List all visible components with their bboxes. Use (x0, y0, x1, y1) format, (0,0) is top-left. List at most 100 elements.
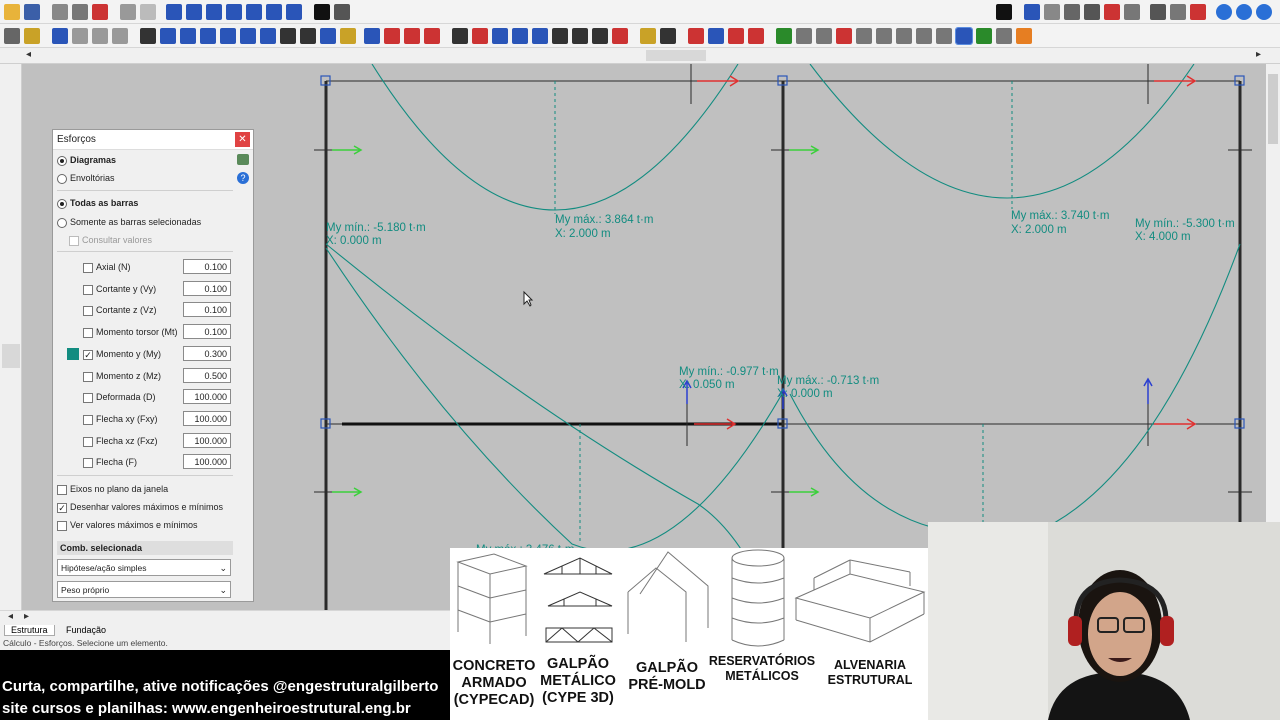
joint-icon[interactable] (876, 28, 892, 44)
bar-new-icon[interactable] (160, 28, 176, 44)
girder-icon[interactable] (936, 28, 952, 44)
constraint-icon[interactable] (492, 28, 508, 44)
check-icon[interactable] (660, 28, 676, 44)
option-row[interactable]: Momento torsor (Mt) (83, 324, 178, 340)
text-icon[interactable] (314, 4, 330, 20)
weld-icon[interactable] (836, 28, 852, 44)
info-icon[interactable] (1236, 4, 1252, 20)
profile-icon[interactable] (572, 28, 588, 44)
node-edit-icon[interactable] (72, 28, 88, 44)
scroll-right-icon[interactable]: ▸ (1256, 49, 1261, 60)
zoom-all-icon[interactable] (186, 4, 202, 20)
option-row[interactable]: Axial (N) (83, 259, 131, 275)
stress-icon[interactable] (748, 28, 764, 44)
envelope-icon[interactable] (728, 28, 744, 44)
load-bar-icon[interactable] (384, 28, 400, 44)
move-icon[interactable] (140, 28, 156, 44)
bar-delete-icon[interactable] (260, 28, 276, 44)
support-icon[interactable] (532, 28, 548, 44)
redo-icon[interactable] (140, 4, 156, 20)
help-icon[interactable]: ? (237, 172, 249, 184)
radio-todas-barras[interactable]: Todas as barras (57, 195, 138, 211)
bar-join-icon[interactable] (220, 28, 236, 44)
option-value-input[interactable]: 0.500 (183, 368, 231, 383)
node-icon[interactable] (52, 28, 68, 44)
diagram-active-icon[interactable] (955, 27, 973, 45)
scroll-left-icon[interactable]: ◂ (26, 49, 31, 60)
config-icon[interactable] (1104, 4, 1120, 20)
snap-icon[interactable] (300, 28, 316, 44)
option-row[interactable]: Momento z (Mz) (83, 368, 161, 384)
node-move-icon[interactable] (112, 28, 128, 44)
brace-icon[interactable] (896, 28, 912, 44)
book-icon[interactable] (237, 154, 249, 165)
tools-icon[interactable] (1124, 4, 1140, 20)
option-value-input[interactable]: 0.100 (183, 302, 231, 317)
bar-edit-icon[interactable] (180, 28, 196, 44)
plate-icon[interactable] (796, 28, 812, 44)
option-row[interactable]: Deformada (D) (83, 389, 156, 405)
close-button[interactable]: ✕ (235, 132, 250, 147)
option-row[interactable]: ✓ Momento y (My) (83, 346, 161, 362)
hscroll-right-icon[interactable]: ▸ (24, 611, 29, 622)
displacement-icon[interactable] (708, 28, 724, 44)
option-row[interactable]: Flecha xz (Fxz) (83, 433, 158, 449)
layers-icon[interactable] (1044, 4, 1060, 20)
radio-envoltorias[interactable]: Envoltórias (57, 170, 115, 186)
frame-icon[interactable] (916, 28, 932, 44)
report-icon[interactable] (72, 4, 88, 20)
radio-diagramas[interactable]: Diagramas (57, 152, 116, 168)
undo-icon[interactable] (120, 4, 136, 20)
tab-estrutura[interactable]: Estrutura (4, 625, 55, 636)
option-value-input[interactable]: 0.100 (183, 259, 231, 274)
print-icon[interactable] (1150, 4, 1166, 20)
load-surface-icon[interactable] (424, 28, 440, 44)
checkbox-ver[interactable]: Ver valores máximos e mínimos (57, 517, 198, 533)
option-value-input[interactable]: 0.100 (183, 324, 231, 339)
pan-icon[interactable] (266, 4, 282, 20)
bolt-icon[interactable] (816, 28, 832, 44)
ruler-thumb[interactable] (646, 50, 706, 61)
reaction-icon[interactable] (688, 28, 704, 44)
load-panel-icon[interactable] (404, 28, 420, 44)
zoom-window-icon[interactable] (166, 4, 182, 20)
color-swatch[interactable] (67, 348, 79, 360)
context-help-icon[interactable] (1256, 4, 1272, 20)
binoculars-icon[interactable] (996, 4, 1012, 20)
list-icon[interactable] (4, 28, 20, 44)
node-delete-icon[interactable] (92, 28, 108, 44)
release-icon[interactable] (512, 28, 528, 44)
help-icon[interactable] (1216, 4, 1232, 20)
dimension-icon[interactable] (452, 28, 468, 44)
magnet-icon[interactable] (92, 4, 108, 20)
grid-icon[interactable] (280, 28, 296, 44)
export-icon[interactable] (1170, 4, 1186, 20)
bracing-icon[interactable] (340, 28, 356, 44)
load-select[interactable]: Peso próprio ⌄ (57, 581, 231, 598)
listing-icon[interactable] (996, 28, 1012, 44)
option-row[interactable]: Cortante z (Vz) (83, 302, 157, 318)
section-icon[interactable] (592, 28, 608, 44)
link-icon[interactable] (552, 28, 568, 44)
view-3d-icon[interactable] (1024, 4, 1040, 20)
checkbox-consultar[interactable]: Consultar valores (69, 232, 152, 248)
refresh-icon[interactable] (1084, 4, 1100, 20)
deformed-icon[interactable] (976, 28, 992, 44)
connection-icon[interactable] (856, 28, 872, 44)
option-row[interactable]: Flecha xy (Fxy) (83, 411, 158, 427)
animation-icon[interactable] (1016, 28, 1032, 44)
option-value-input[interactable]: 100.000 (183, 433, 231, 448)
open-icon[interactable] (4, 4, 20, 20)
axes-icon[interactable] (1064, 4, 1080, 20)
load-node-icon[interactable] (364, 28, 380, 44)
checkbox-desenhar[interactable]: ✓ Desenhar valores máximos e mínimos (57, 499, 223, 515)
calculate-icon[interactable] (640, 28, 656, 44)
zoom-previous-icon[interactable] (246, 4, 262, 20)
zoom-in-icon[interactable] (206, 4, 222, 20)
view-icon[interactable] (286, 4, 302, 20)
option-row[interactable]: Flecha (F) (83, 454, 137, 470)
option-value-input[interactable]: 100.000 (183, 389, 231, 404)
hscroll-left-icon[interactable]: ◂ (8, 611, 13, 622)
settings-icon[interactable] (24, 28, 40, 44)
radio-somente-selecionadas[interactable]: Somente as barras selecionadas (57, 214, 201, 230)
